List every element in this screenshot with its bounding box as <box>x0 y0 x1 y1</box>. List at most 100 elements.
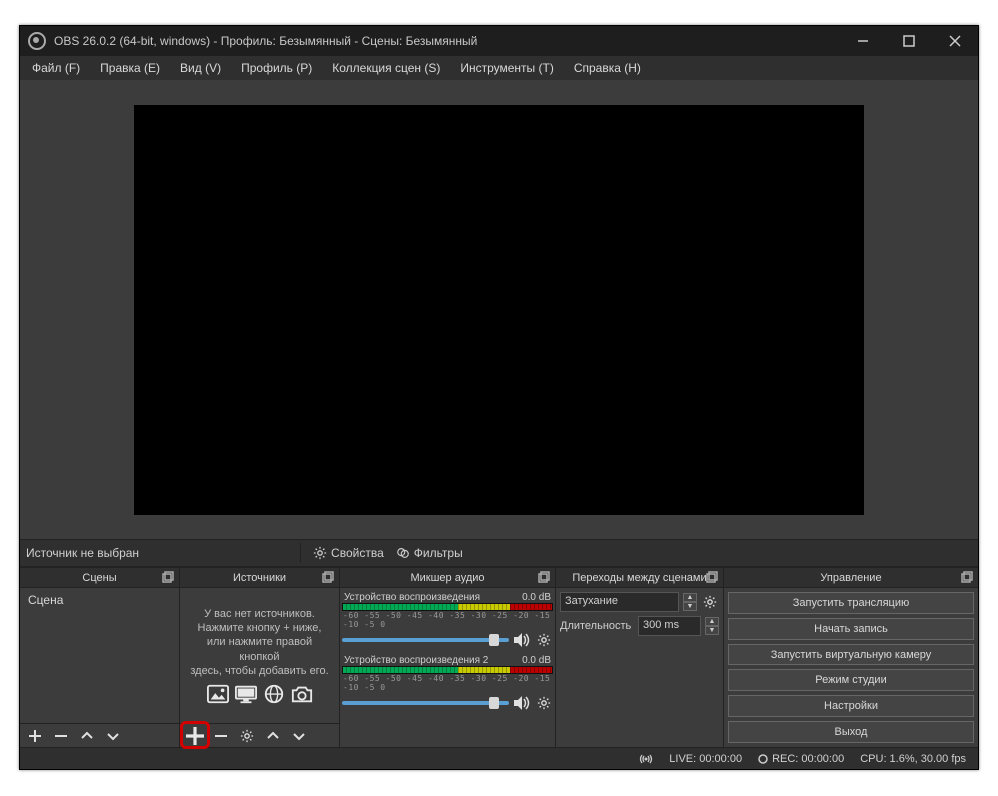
popout-icon[interactable] <box>537 570 551 584</box>
popout-icon[interactable] <box>161 570 175 584</box>
sources-toolbar <box>180 723 339 747</box>
titlebar: OBS 26.0.2 (64-bit, windows) - Профиль: … <box>20 26 978 56</box>
studio-mode-button[interactable]: Режим студии <box>728 669 974 691</box>
menu-view[interactable]: Вид (V) <box>172 59 229 77</box>
mixer-body: Устройство воспроизведения 0.0 dB -60 -5… <box>340 588 555 747</box>
menu-profile[interactable]: Профиль (P) <box>233 59 320 77</box>
transition-select[interactable]: Затухание <box>560 592 679 612</box>
controls-dock: Управление Запустить трансляцию Начать з… <box>724 568 978 747</box>
transition-settings[interactable] <box>701 593 719 611</box>
sources-empty-l2: Нажмите кнопку + ниже, <box>198 621 322 635</box>
menu-help[interactable]: Справка (H) <box>566 59 649 77</box>
channel-2-db: 0.0 dB <box>522 655 551 666</box>
controls-body: Запустить трансляцию Начать запись Запус… <box>724 588 978 747</box>
controls-title: Управление <box>820 572 881 584</box>
add-scene-button[interactable] <box>26 727 44 745</box>
menu-file[interactable]: Файл (F) <box>24 59 88 77</box>
sources-dock: Источники У вас нет источников. Нажмите … <box>180 568 340 747</box>
speaker-icon[interactable] <box>513 695 531 711</box>
maximize-button[interactable] <box>886 26 932 56</box>
status-rec-text: REC: 00:00:00 <box>772 753 844 765</box>
channel-1-settings[interactable] <box>535 631 553 649</box>
toolbar-divider <box>300 543 301 563</box>
broadcast-icon <box>639 753 653 765</box>
scenes-title: Сцены <box>82 572 116 584</box>
no-source-label: Источник не выбран <box>26 546 139 560</box>
sources-empty-l3: или нажмите правой кнопкой <box>186 635 333 664</box>
start-streaming-button[interactable]: Запустить трансляцию <box>728 592 974 614</box>
transitions-title: Переходы между сценами <box>572 572 706 584</box>
status-live: LIVE: 00:00:00 <box>669 753 742 765</box>
source-type-icons <box>207 684 313 704</box>
transitions-header: Переходы между сценами <box>556 568 723 588</box>
source-down-button[interactable] <box>290 727 308 745</box>
start-recording-button[interactable]: Начать запись <box>728 618 974 640</box>
channel-2-scale: -60 -55 -50 -45 -40 -35 -30 -25 -20 -15 … <box>342 674 553 692</box>
filters-button[interactable]: Фильтры <box>390 544 469 562</box>
sources-empty-l4: здесь, чтобы добавить его. <box>190 664 328 678</box>
mixer-title: Микшер аудио <box>410 572 484 584</box>
speaker-icon[interactable] <box>513 632 531 648</box>
record-dot-icon <box>758 754 768 764</box>
popout-icon[interactable] <box>705 570 719 584</box>
scene-up-button[interactable] <box>78 727 96 745</box>
camera-icon <box>291 684 313 704</box>
channel-2-name: Устройство воспроизведения 2 <box>344 655 488 666</box>
transitions-body: Затухание ▲▼ Длительность 300 ms ▲▼ <box>556 588 723 747</box>
filters-icon <box>396 546 410 560</box>
add-source-button[interactable] <box>186 727 204 745</box>
minimize-button[interactable] <box>840 26 886 56</box>
channel-2-meter <box>342 666 553 674</box>
remove-source-button[interactable] <box>212 727 230 745</box>
monitor-icon <box>235 684 257 704</box>
scene-item[interactable]: Сцена <box>22 590 177 610</box>
gear-icon <box>313 546 327 560</box>
channel-1-db: 0.0 dB <box>522 592 551 603</box>
channel-2-volume-slider[interactable] <box>342 701 509 705</box>
preview-canvas[interactable] <box>134 105 864 515</box>
start-virtual-camera-button[interactable]: Запустить виртуальную камеру <box>728 644 974 666</box>
preview-area <box>20 80 978 539</box>
scenes-toolbar <box>20 723 179 747</box>
sources-empty-l1: У вас нет источников. <box>204 607 315 621</box>
remove-scene-button[interactable] <box>52 727 70 745</box>
menu-edit[interactable]: Правка (E) <box>92 59 168 77</box>
status-broadcast <box>639 753 653 765</box>
channel-2-settings[interactable] <box>535 694 553 712</box>
image-icon <box>207 684 229 704</box>
properties-button[interactable]: Свойства <box>307 544 390 562</box>
transition-spinner[interactable]: ▲▼ <box>683 593 697 611</box>
source-up-button[interactable] <box>264 727 282 745</box>
sources-title: Источники <box>233 572 286 584</box>
scenes-list[interactable]: Сцена <box>20 588 179 723</box>
channel-1-volume-slider[interactable] <box>342 638 509 642</box>
settings-button[interactable]: Настройки <box>728 695 974 717</box>
channel-1-meter <box>342 603 553 611</box>
context-toolbar: Источник не выбран Свойства Фильтры <box>20 539 978 567</box>
sources-empty-message: У вас нет источников. Нажмите кнопку + н… <box>182 590 337 721</box>
transitions-dock: Переходы между сценами Затухание ▲▼ Длит… <box>556 568 724 747</box>
mixer-dock: Микшер аудио Устройство воспроизведения … <box>340 568 556 747</box>
scene-down-button[interactable] <box>104 727 122 745</box>
close-button[interactable] <box>932 26 978 56</box>
channel-1-scale: -60 -55 -50 -45 -40 -35 -30 -25 -20 -15 … <box>342 611 553 629</box>
menubar: Файл (F) Правка (E) Вид (V) Профиль (P) … <box>20 56 978 80</box>
status-cpu: CPU: 1.6%, 30.00 fps <box>860 753 966 765</box>
duration-input[interactable]: 300 ms <box>638 616 701 636</box>
globe-icon <box>263 684 285 704</box>
duration-spinner[interactable]: ▲▼ <box>705 617 719 635</box>
popout-icon[interactable] <box>321 570 335 584</box>
filters-label: Фильтры <box>414 546 463 560</box>
popout-icon[interactable] <box>960 570 974 584</box>
menu-scene-collection[interactable]: Коллекция сцен (S) <box>324 59 448 77</box>
status-rec: REC: 00:00:00 <box>758 753 844 765</box>
window-title: OBS 26.0.2 (64-bit, windows) - Профиль: … <box>54 34 840 48</box>
properties-label: Свойства <box>331 546 384 560</box>
source-properties-button[interactable] <box>238 727 256 745</box>
exit-button[interactable]: Выход <box>728 721 974 743</box>
sources-list[interactable]: У вас нет источников. Нажмите кнопку + н… <box>180 588 339 723</box>
controls-header: Управление <box>724 568 978 588</box>
obs-logo-icon <box>28 32 46 50</box>
menu-tools[interactable]: Инструменты (T) <box>452 59 561 77</box>
obs-main-window: OBS 26.0.2 (64-bit, windows) - Профиль: … <box>19 25 979 770</box>
